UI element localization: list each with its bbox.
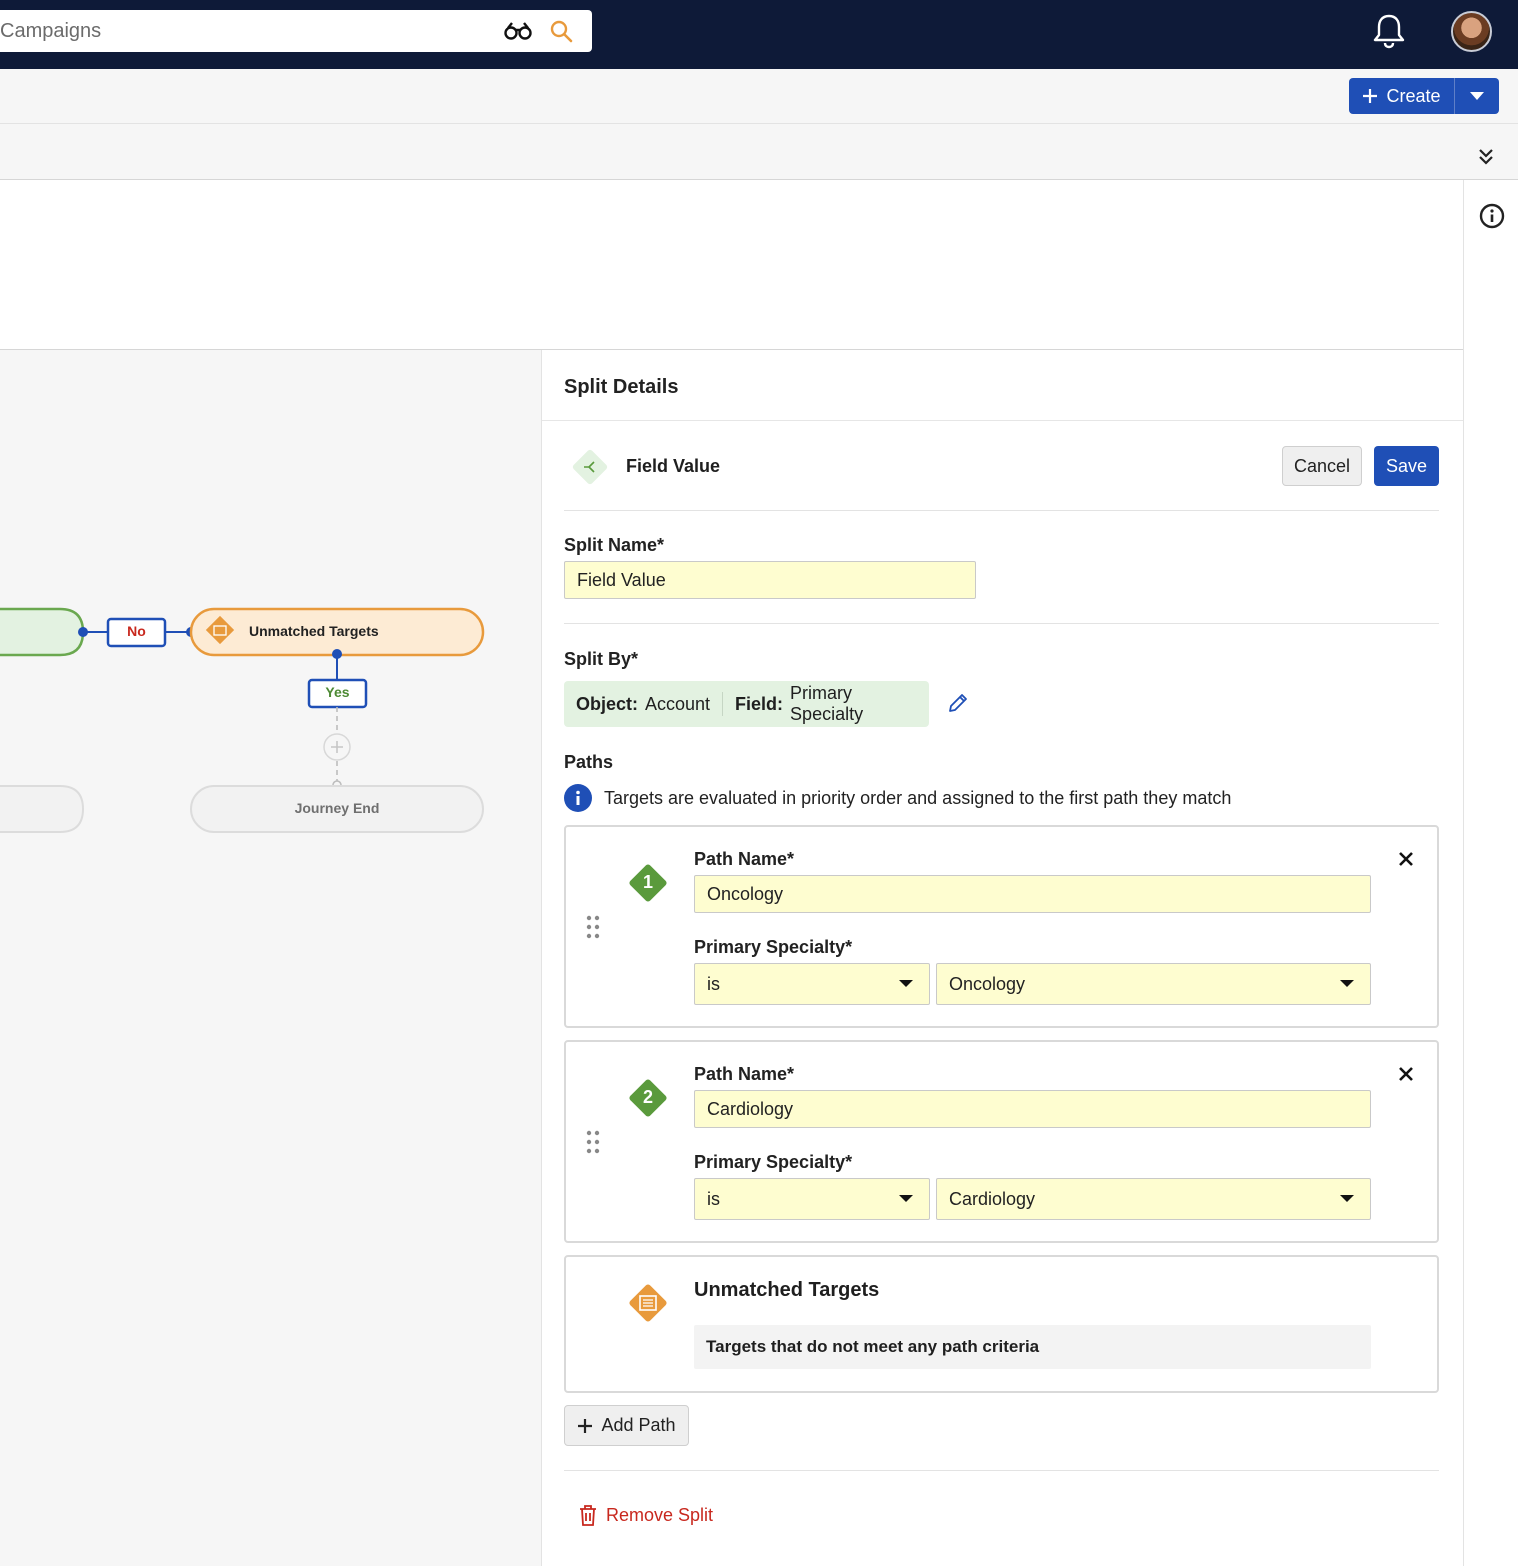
panel-title: Split Details — [564, 376, 679, 398]
divider — [564, 510, 1439, 511]
info-icon[interactable] — [1479, 203, 1505, 229]
split-name-label: Split Name* — [564, 535, 665, 555]
journey-diagram — [0, 607, 485, 833]
create-button-group: Create — [1349, 78, 1499, 114]
bell-icon[interactable] — [1372, 13, 1406, 49]
add-path-label: Add Path — [601, 1415, 676, 1435]
search-input[interactable]: Campaigns — [0, 20, 101, 43]
path-name-input[interactable]: Cardiology — [694, 1090, 1371, 1128]
double-chevron-down-icon[interactable] — [1477, 148, 1495, 166]
path-name-input[interactable]: Oncology — [694, 875, 1371, 913]
unmatched-targets-card: Unmatched Targets Targets that do not me… — [564, 1255, 1439, 1393]
divider — [542, 420, 1463, 421]
save-button[interactable]: Save — [1374, 446, 1439, 486]
field-value: Primary Specialty — [790, 683, 864, 724]
caret-down-icon — [1340, 980, 1354, 987]
close-icon[interactable] — [1399, 1067, 1413, 1081]
path-number: 1 — [642, 872, 653, 892]
object-value: Account — [645, 693, 711, 714]
right-rail — [1463, 180, 1518, 1566]
info-filled-icon — [564, 784, 592, 812]
object-key: Object: — [576, 693, 639, 714]
pencil-edit-icon[interactable] — [947, 692, 969, 714]
value-text: Oncology — [949, 973, 1026, 994]
plus-icon — [1363, 89, 1378, 103]
split-name-input[interactable]: Field Value — [564, 561, 976, 599]
filter-bar — [0, 124, 1518, 180]
split-by-summary: Object: Account Field: Primary Specialty — [564, 681, 929, 727]
value-select[interactable]: Oncology — [936, 963, 1371, 1005]
operator-value: is — [707, 973, 720, 994]
search-icon[interactable] — [549, 19, 573, 43]
field-value-split-icon — [572, 449, 608, 485]
trash-icon — [580, 1505, 596, 1526]
unmatched-title: Unmatched Targets — [694, 1279, 880, 1301]
unmatched-node-label: Unmatched Targets — [249, 623, 379, 639]
create-label: Create — [1386, 85, 1441, 106]
path-number: 2 — [642, 1087, 653, 1107]
create-dropdown-button[interactable] — [1455, 78, 1499, 114]
drag-handle-icon[interactable] — [586, 1130, 600, 1154]
journey-end-label: Journey End — [294, 800, 380, 816]
no-label-text: No — [127, 623, 146, 639]
path-priority-badge: 1 — [626, 861, 670, 905]
operator-select[interactable]: is — [694, 1178, 930, 1220]
criteria-label: Primary Specialty* — [694, 1152, 853, 1172]
path-name-label: Path Name* — [694, 1064, 795, 1084]
add-path-button[interactable]: Add Path — [564, 1405, 689, 1446]
path-card-2: 2 Path Name* Cardiology Primary Specialt… — [564, 1040, 1439, 1243]
split-by-label: Split By* — [564, 649, 639, 669]
caret-down-icon — [1470, 92, 1484, 100]
operator-value: is — [707, 1188, 720, 1209]
yes-label-text: Yes — [325, 684, 350, 700]
journey-canvas[interactable]: No Unmatched Targets Yes Journey End — [0, 350, 542, 1566]
cancel-button[interactable]: Cancel — [1282, 446, 1362, 486]
path-card-1: 1 Path Name* Oncology Primary Specialty*… — [564, 825, 1439, 1028]
split-type-label: Field Value — [626, 456, 721, 476]
list-diamond-icon — [629, 1284, 667, 1322]
remove-split-button[interactable]: Remove Split — [578, 1504, 713, 1526]
caret-down-icon — [1340, 1195, 1354, 1202]
path-name-label: Path Name* — [694, 849, 795, 869]
create-button[interactable]: Create — [1349, 78, 1454, 114]
caret-down-icon — [899, 1195, 913, 1202]
value-text: Cardiology — [949, 1188, 1036, 1209]
criteria-label: Primary Specialty* — [694, 937, 853, 957]
split-details-panel: Split Details Field Value Cancel Save Sp… — [542, 350, 1463, 1566]
paths-note-text: Targets are evaluated in priority order … — [604, 787, 1232, 808]
path-priority-badge: 2 — [626, 1076, 670, 1120]
remove-split-label: Remove Split — [606, 1504, 714, 1525]
value-select[interactable]: Cardiology — [936, 1178, 1371, 1220]
journey-end-node-left[interactable] — [0, 785, 85, 833]
path-node[interactable] — [0, 607, 85, 657]
caret-down-icon — [899, 980, 913, 987]
paths-label: Paths — [564, 752, 614, 772]
divider — [564, 1470, 1439, 1471]
action-bar: Create — [0, 69, 1518, 124]
plus-icon — [578, 1418, 593, 1433]
divider — [564, 623, 1439, 624]
binoculars-icon[interactable] — [504, 22, 532, 40]
top-navbar: Campaigns — [0, 0, 1518, 69]
paths-info-note: Targets are evaluated in priority order … — [564, 784, 1231, 812]
user-avatar[interactable] — [1451, 11, 1492, 52]
field-key: Field: — [735, 693, 784, 714]
close-icon[interactable] — [1399, 852, 1413, 866]
journey-header-area — [0, 180, 1463, 350]
drag-handle-icon[interactable] — [586, 915, 600, 939]
global-search[interactable]: Campaigns — [0, 10, 592, 52]
unmatched-description: Targets that do not meet any path criter… — [694, 1325, 1371, 1369]
operator-select[interactable]: is — [694, 963, 930, 1005]
separator — [722, 692, 724, 716]
